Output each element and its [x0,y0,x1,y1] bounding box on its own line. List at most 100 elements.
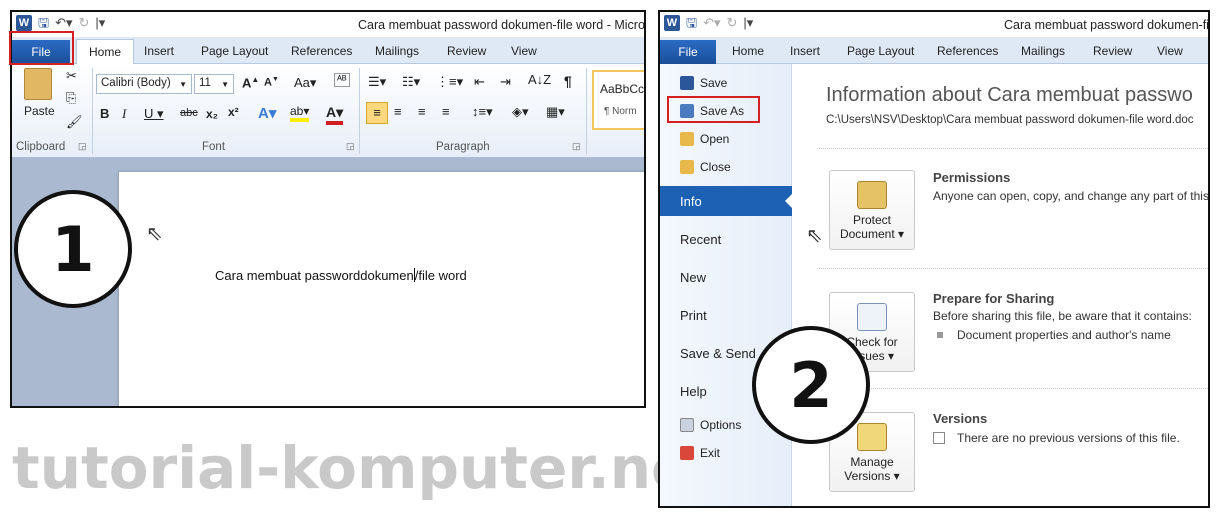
superscript-icon[interactable]: x² [228,105,239,119]
format-painter-icon[interactable]: 🖌 [66,114,83,130]
file-path: C:\Users\NSV\Desktop\Cara membuat passwo… [826,114,1194,126]
word-window-backstage: W 🖫 ↶▾ ↻ |▾ Cara membuat password dokume… [658,10,1210,508]
quick-access-toolbar: W 🖫 ↶▾ ↻ |▾ [664,15,753,31]
document-page[interactable]: Cara membuat passworddokumen/file word [119,172,644,406]
divider [819,388,1208,389]
underline-icon[interactable]: U ▾ [144,106,164,122]
paste-label[interactable]: Paste [24,104,55,118]
tab-page-layout[interactable]: Page Layout [201,44,268,58]
copy-icon[interactable]: ⎘ [66,90,76,106]
multilevel-list-icon[interactable]: ⋮≡▾ [436,74,463,90]
justify-icon[interactable]: ≡ [442,104,450,119]
step-marker-1: 1 [14,190,132,308]
tab-mailings[interactable]: Mailings [375,44,419,58]
line-spacing-icon[interactable]: ↕≡▾ [472,104,493,120]
align-left-icon[interactable]: ≡ [366,102,388,124]
protect-document-button[interactable]: Protect Document ▾ [829,170,915,250]
numbering-icon[interactable]: ☷▾ [402,74,420,90]
group-label-clipboard: Clipboard [16,141,66,153]
chevron-down-icon: ▼ [179,80,187,89]
style-name-text: ¶ Norm [604,106,637,117]
save-icon[interactable]: 🖫 [686,15,697,31]
open-folder-icon [680,132,694,146]
style-normal-tile[interactable]: AaBbCc ¶ Norm [592,70,644,130]
strikethrough-icon[interactable]: abc [180,107,198,119]
menu-info[interactable]: Info [660,186,793,216]
word-logo-icon[interactable]: W [664,15,680,31]
tab-review[interactable]: Review [447,44,486,58]
highlight-icon[interactable]: ab▾ [290,104,310,122]
font-launcher-icon[interactable]: ◲ [346,141,355,152]
tab-mailings[interactable]: Mailings [1021,44,1065,58]
versions-title: Versions [933,411,988,426]
home-ribbon: Paste ✂ ⎘ 🖌 Clipboard ◲ Calibri (Body) ▼ … [12,64,644,158]
tab-references[interactable]: References [291,44,352,58]
font-color-icon[interactable]: A▾ [326,104,344,125]
sharing-bullet: Document properties and author's name [937,328,1171,342]
info-heading: Information about Cara membuat passwo [826,84,1193,106]
borders-icon[interactable]: ▦▾ [546,104,565,120]
bold-icon[interactable]: B [100,106,109,121]
redo-icon[interactable]: ↻ [79,15,90,31]
menu-save-label: Save [700,76,728,90]
paragraph-launcher-icon[interactable]: ◲ [572,141,581,152]
versions-doc-icon [933,432,945,444]
menu-exit[interactable]: Exit [660,446,792,460]
tab-home[interactable]: Home [76,39,135,64]
align-center-icon[interactable]: ≡ [394,104,402,119]
undo-icon[interactable]: ↶▾ [703,15,720,31]
word-logo-icon[interactable]: W [16,15,32,31]
protect-btn-line2: Document ▾ [839,227,905,241]
window-title: Cara membuat password dokumen-file word … [358,18,646,32]
redo-icon[interactable]: ↻ [727,15,738,31]
text-effects-icon[interactable]: A▾ [258,104,276,122]
sharing-text: Before sharing this file, be aware that … [933,309,1192,323]
grow-font-icon[interactable]: A▲ [242,75,259,90]
subscript-icon[interactable]: x₂ [206,107,218,121]
italic-icon[interactable]: I [122,106,126,122]
divider [819,268,1208,269]
highlight-box-file-tab [9,31,74,65]
manage-btn-line2: Versions ▾ [844,469,900,483]
menu-open-label: Open [700,132,730,146]
change-case-icon[interactable]: Aa▾ [294,75,316,91]
tab-file[interactable]: File [660,40,716,64]
tab-page-layout[interactable]: Page Layout [847,44,914,58]
divider [819,148,1208,149]
menu-open[interactable]: Open [660,132,792,146]
tab-view[interactable]: View [511,44,537,58]
clipboard-launcher-icon[interactable]: ◲ [78,141,87,152]
tab-insert[interactable]: Insert [790,44,820,58]
tab-home[interactable]: Home [732,44,764,58]
sort-icon[interactable]: A↓Z [528,72,551,87]
menu-save[interactable]: Save [660,76,792,90]
tab-insert[interactable]: Insert [144,44,174,58]
separator [586,68,587,154]
font-name-dropdown[interactable]: Calibri (Body) ▼ [96,74,192,94]
save-icon[interactable]: 🖫 [38,15,49,31]
increase-indent-icon[interactable]: ⇥ [500,74,511,90]
show-hide-marks-icon[interactable]: ¶ [564,73,572,89]
menu-close[interactable]: Close [660,160,792,174]
menu-new[interactable]: New [660,270,792,285]
cut-icon[interactable]: ✂ [66,68,77,84]
options-icon [680,418,694,432]
undo-icon[interactable]: ↶▾ [55,15,72,31]
menu-recent[interactable]: Recent [660,232,792,247]
customize-qat-icon[interactable]: |▾ [95,15,105,31]
paste-icon[interactable] [24,68,52,100]
document-text[interactable]: Cara membuat passworddokumen/file word [215,268,467,283]
shrink-font-icon[interactable]: A▼ [264,76,279,89]
tab-view[interactable]: View [1157,44,1183,58]
clear-formatting-icon[interactable]: ᴬᴮ [334,73,350,87]
tab-references[interactable]: References [937,44,998,58]
shading-icon[interactable]: ◈▾ [512,104,529,120]
customize-qat-icon[interactable]: |▾ [743,15,753,31]
bullets-icon[interactable]: ☰▾ [368,74,386,90]
tab-review[interactable]: Review [1093,44,1132,58]
protect-btn-line1: Protect [852,213,891,227]
align-right-icon[interactable]: ≡ [418,104,426,119]
menu-print[interactable]: Print [660,308,792,323]
decrease-indent-icon[interactable]: ⇤ [474,74,485,90]
font-size-dropdown[interactable]: 11 ▼ [194,74,234,94]
